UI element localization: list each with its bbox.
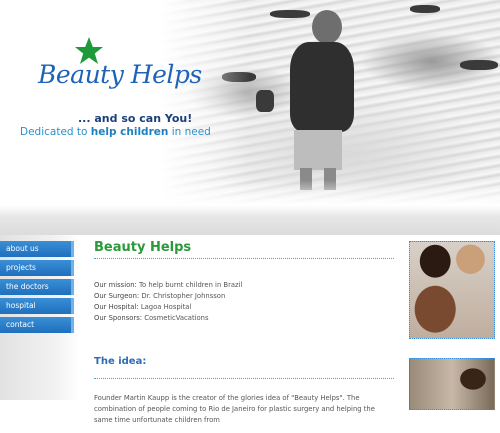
child-shorts bbox=[294, 130, 342, 170]
info-list: Our mission: To help burnt children in B… bbox=[94, 280, 394, 324]
logo-text: Beauty Helps bbox=[38, 60, 202, 89]
child-bucket bbox=[256, 90, 274, 112]
child-jacket bbox=[290, 42, 354, 132]
rock-decoration bbox=[270, 10, 310, 18]
info-label: Our Sponsors: bbox=[94, 314, 143, 322]
info-row-hospital: Our Hospital: Lagoa Hospital bbox=[94, 302, 394, 313]
tagline-part: Dedicated to bbox=[20, 126, 91, 138]
rock-decoration bbox=[410, 5, 440, 13]
divider-band bbox=[0, 205, 500, 235]
child-head bbox=[312, 10, 342, 44]
info-row-surgeon: Our Surgeon: Dr. Christopher Johnsson bbox=[94, 291, 394, 302]
photo-fade bbox=[160, 180, 500, 205]
nav-item-the-doctors[interactable]: the doctors bbox=[0, 279, 74, 295]
info-label: Our Surgeon: bbox=[94, 292, 140, 300]
info-row-mission: Our mission: To help burnt children in B… bbox=[94, 280, 394, 291]
tagline-dedicated: Dedicated to help children in need bbox=[20, 126, 211, 138]
photo-mother-and-child bbox=[409, 241, 495, 339]
tagline-highlight: help children bbox=[90, 126, 169, 138]
info-value: To help burnt children in Brazil bbox=[139, 281, 243, 289]
divider bbox=[94, 258, 394, 259]
sidebar-nav: about us projects the doctors hospital c… bbox=[0, 241, 74, 336]
info-value: Dr. Christopher Johnsson bbox=[141, 292, 226, 300]
info-label: Our Hospital: bbox=[94, 303, 139, 311]
tagline: ... and so can You! bbox=[78, 112, 193, 125]
nav-item-about-us[interactable]: about us bbox=[0, 241, 74, 257]
nav-item-contact[interactable]: contact bbox=[0, 317, 74, 333]
nav-item-hospital[interactable]: hospital bbox=[0, 298, 74, 314]
main-content: Beauty Helps Our mission: To help burnt … bbox=[94, 240, 394, 433]
nav-item-projects[interactable]: projects bbox=[0, 260, 74, 276]
photo-children bbox=[409, 358, 495, 410]
header: Beauty Helps ... and so can You! Dedicat… bbox=[0, 0, 500, 205]
logo[interactable]: Beauty Helps bbox=[34, 37, 202, 108]
section-heading-idea: The idea: bbox=[94, 356, 147, 367]
info-value: Lagoa Hospital bbox=[140, 303, 192, 311]
info-row-sponsors: Our Sponsors: CosmeticVacations bbox=[94, 313, 394, 324]
photo-fade bbox=[160, 0, 250, 205]
idea-paragraph: Founder Martin Kaupp is the creator of t… bbox=[94, 394, 375, 425]
info-value: CosmeticVacations bbox=[144, 314, 209, 322]
tagline-part: in need bbox=[168, 126, 211, 138]
divider bbox=[94, 378, 394, 380]
page-title: Beauty Helps bbox=[94, 240, 192, 255]
info-label: Our mission: bbox=[94, 281, 137, 289]
header-photo-child-at-beach bbox=[160, 0, 500, 205]
rock-decoration bbox=[460, 60, 498, 70]
